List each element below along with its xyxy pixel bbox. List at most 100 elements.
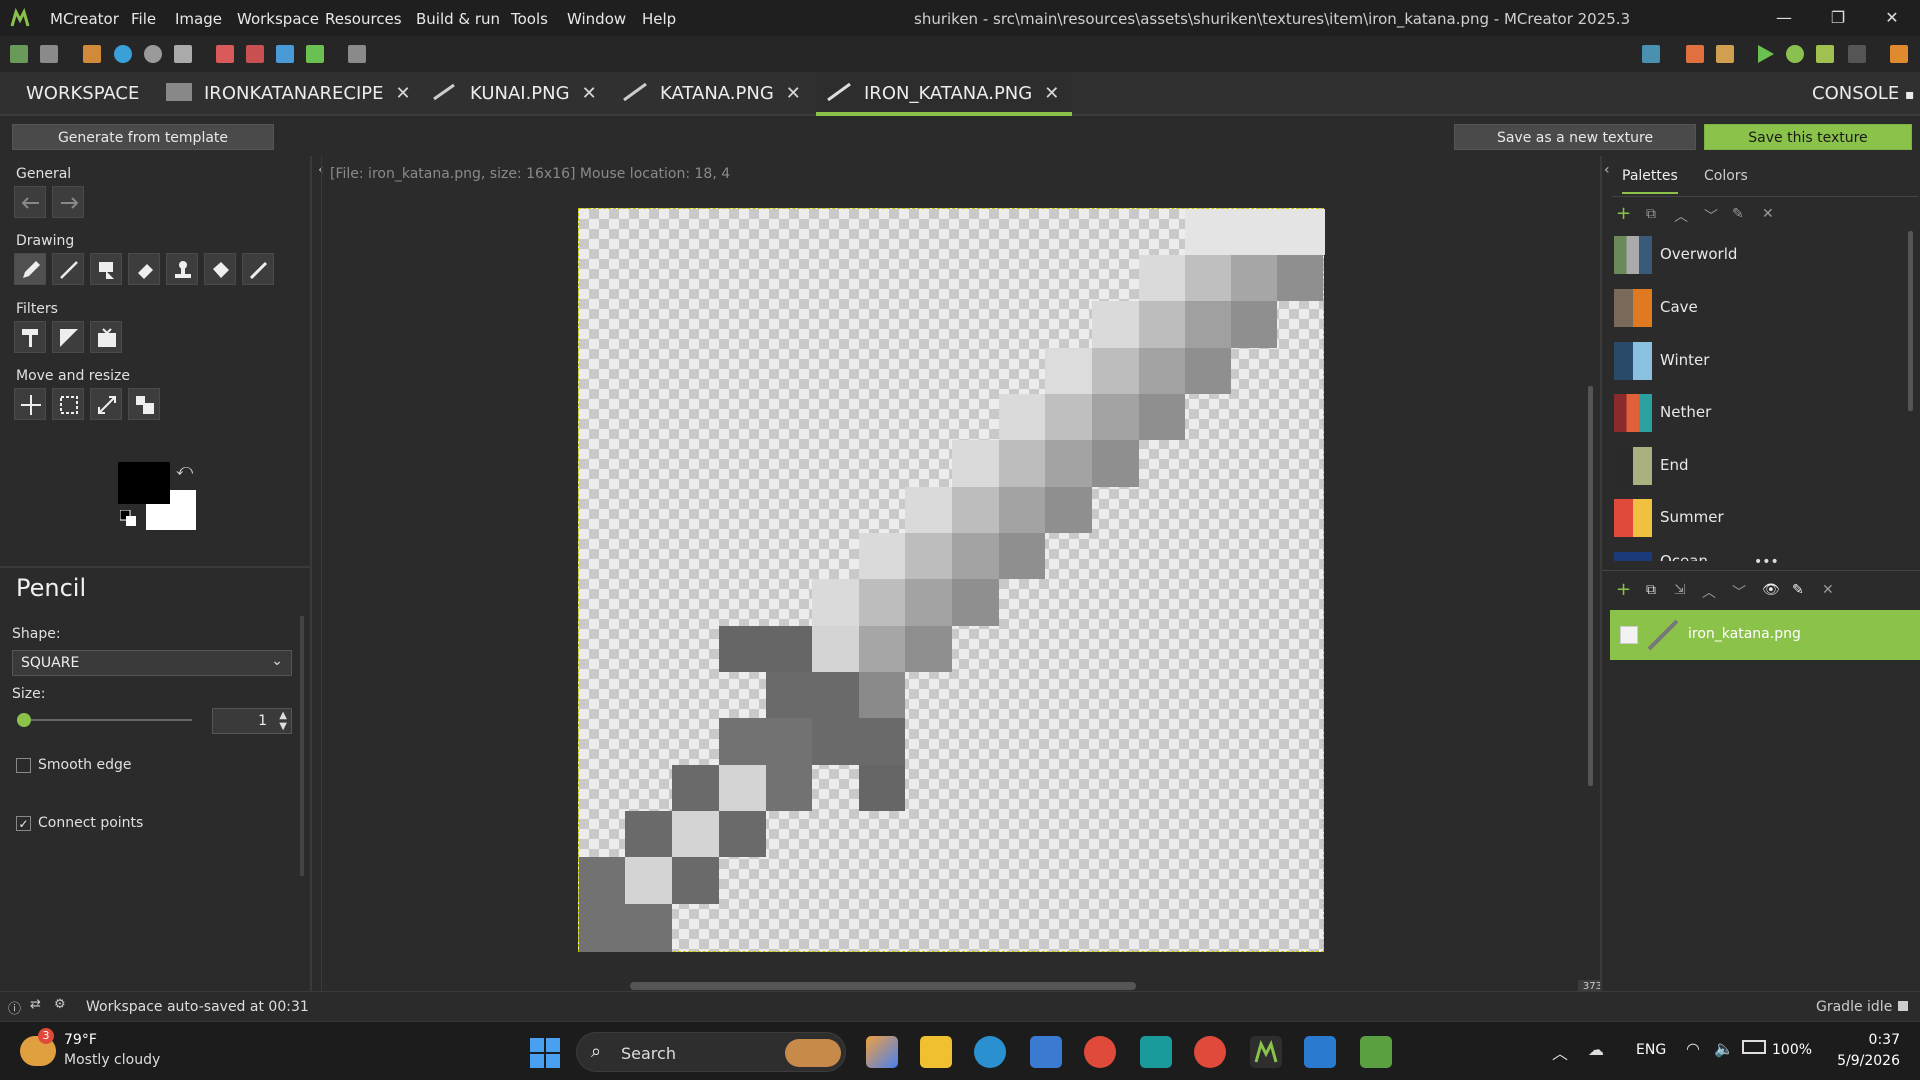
file-explorer-icon[interactable] <box>920 1036 952 1068</box>
menu-mcreator[interactable]: MCreator <box>50 10 119 28</box>
vertical-scrollbar[interactable] <box>1588 386 1593 786</box>
mcreator-taskbar-icon[interactable] <box>1250 1036 1282 1068</box>
gradle-stop-icon[interactable] <box>1898 1001 1908 1011</box>
move-down-icon[interactable]: ﹀ <box>1704 206 1718 226</box>
generate-from-template-button[interactable]: Generate from template <box>12 124 274 150</box>
menu-help[interactable]: Help <box>642 10 676 28</box>
paint-icon[interactable] <box>1304 1036 1336 1068</box>
delete-palette-icon[interactable]: ✕ <box>1762 206 1774 222</box>
gear-icon[interactable]: ⚙ <box>54 997 66 1012</box>
open-workspace-icon[interactable] <box>40 45 58 63</box>
left-scrollbar[interactable] <box>300 616 304 876</box>
store-icon[interactable] <box>1030 1036 1062 1068</box>
more-icon[interactable]: ••• <box>1754 554 1779 570</box>
save-texture-button[interactable]: Save this texture <box>1704 124 1912 150</box>
menu-workspace[interactable]: Workspace <box>237 10 319 28</box>
collapse-right-icon[interactable]: ‹ <box>1604 162 1610 178</box>
tab-katana[interactable]: KATANA.PNG ✕ <box>622 72 801 116</box>
menu-image[interactable]: Image <box>175 10 222 28</box>
tv-filter[interactable] <box>90 321 122 353</box>
size-slider-track[interactable] <box>20 719 192 721</box>
shape-tool[interactable] <box>90 253 122 285</box>
delete-layer-icon[interactable]: ✕ <box>1822 582 1834 598</box>
start-icon[interactable] <box>530 1038 560 1068</box>
close-window-icon[interactable]: ✕ <box>1880 6 1904 30</box>
color-picker-tool[interactable] <box>242 253 274 285</box>
connect-points-checkbox[interactable]: ✓ <box>16 816 31 831</box>
pencil-tool[interactable] <box>14 253 46 285</box>
workspace-settings-icon[interactable] <box>10 45 28 63</box>
close-tab-icon[interactable]: ✕ <box>396 83 411 104</box>
palette-winter[interactable]: Winter <box>1614 337 1904 387</box>
texture-canvas[interactable] <box>578 208 1325 952</box>
animation-icon[interactable] <box>276 45 294 63</box>
palette-nether[interactable]: Nether <box>1614 389 1904 439</box>
menu-tools[interactable]: Tools <box>511 10 548 28</box>
tab-ironkatanarecipe[interactable]: IRONKATANARECIPE ✕ <box>166 72 411 116</box>
line-tool[interactable] <box>52 253 84 285</box>
chrome-profile-icon[interactable] <box>1194 1036 1226 1068</box>
run-server-icon[interactable] <box>1816 45 1834 63</box>
copilot-icon[interactable] <box>866 1036 898 1068</box>
menu-file[interactable]: File <box>131 10 156 28</box>
structure-icon[interactable] <box>174 45 192 63</box>
horizontal-scrollbar[interactable] <box>630 982 1136 990</box>
menu-build-run[interactable]: Build & run <box>416 10 500 28</box>
minecraft-icon[interactable] <box>1360 1036 1392 1068</box>
info-icon[interactable]: ⓘ <box>8 998 21 1017</box>
build-icon[interactable] <box>1686 45 1704 63</box>
tools-icon[interactable] <box>348 45 366 63</box>
edit-palette-icon[interactable]: ✎ <box>1732 206 1744 222</box>
open-folder-icon[interactable] <box>1642 45 1660 63</box>
menu-window[interactable]: Window <box>567 10 626 28</box>
model-icon[interactable] <box>246 45 264 63</box>
run-client-icon[interactable] <box>1758 45 1774 63</box>
tray-chevron-icon[interactable]: ︿ <box>1552 1040 1568 1064</box>
size-spinner[interactable]: 1 ▲ ▼ <box>212 708 292 734</box>
palette-scrollbar[interactable] <box>1908 231 1913 411</box>
move-up-icon[interactable]: ︿ <box>1674 206 1688 226</box>
save-as-new-texture-button[interactable]: Save as a new texture <box>1454 124 1696 150</box>
layer-down-icon[interactable]: ﹀ <box>1732 582 1746 602</box>
resize-tool[interactable] <box>90 388 122 420</box>
chrome-icon[interactable] <box>1084 1036 1116 1068</box>
close-tab-icon[interactable]: ✕ <box>786 83 801 104</box>
export-icon[interactable] <box>1890 45 1908 63</box>
wifi-icon[interactable]: ◠ <box>1686 1039 1700 1058</box>
palette-cave[interactable]: Cave <box>1614 284 1904 334</box>
menu-resources[interactable]: Resources <box>325 10 402 28</box>
contrast-filter[interactable] <box>52 321 84 353</box>
arduino-icon[interactable] <box>1140 1036 1172 1068</box>
texture-icon[interactable] <box>216 45 234 63</box>
size-slider-handle[interactable] <box>17 713 31 727</box>
clock-time[interactable]: 0:37 <box>1838 1032 1900 1048</box>
shape-dropdown[interactable]: SQUARE ⌄ <box>12 650 292 676</box>
eraser-tool[interactable] <box>128 253 160 285</box>
volume-icon[interactable]: 🔈 <box>1714 1039 1734 1058</box>
merge-layer-icon[interactable]: ⇲ <box>1674 582 1686 598</box>
restore-icon[interactable]: ❐ <box>1826 6 1850 30</box>
tab-iron-katana[interactable]: IRON_KATANA.PNG ✕ <box>816 72 1072 116</box>
layer-up-icon[interactable]: ︿ <box>1702 582 1716 602</box>
fill-tool[interactable] <box>204 253 236 285</box>
sync-icon[interactable]: ⇄ <box>30 997 41 1012</box>
variables-icon[interactable] <box>306 45 324 63</box>
tab-workspace[interactable]: WORKSPACE <box>26 72 139 116</box>
redo-button[interactable] <box>52 186 84 218</box>
select-tool[interactable] <box>52 388 84 420</box>
reset-colors-icon[interactable] <box>119 509 136 526</box>
language-indicator[interactable]: ENG <box>1636 1042 1666 1058</box>
tab-colors[interactable]: Colors <box>1704 168 1748 184</box>
undo-button[interactable] <box>14 186 46 218</box>
layer-row[interactable]: iron_katana.png <box>1610 610 1920 660</box>
close-tab-icon[interactable]: ✕ <box>1044 83 1059 104</box>
duplicate-layer-icon[interactable]: ⧉ <box>1646 582 1656 598</box>
close-tab-icon[interactable]: ✕ <box>582 83 597 104</box>
clock-date[interactable]: 5/9/2026 <box>1824 1053 1900 1069</box>
minimize-icon[interactable]: — <box>1772 6 1796 30</box>
stamp-tool[interactable] <box>166 253 198 285</box>
smooth-edge-checkbox[interactable] <box>16 758 31 773</box>
add-layer-icon[interactable]: + <box>1616 579 1631 600</box>
resize-canvas-tool[interactable] <box>128 388 160 420</box>
tab-palettes[interactable]: Palettes <box>1622 168 1678 194</box>
